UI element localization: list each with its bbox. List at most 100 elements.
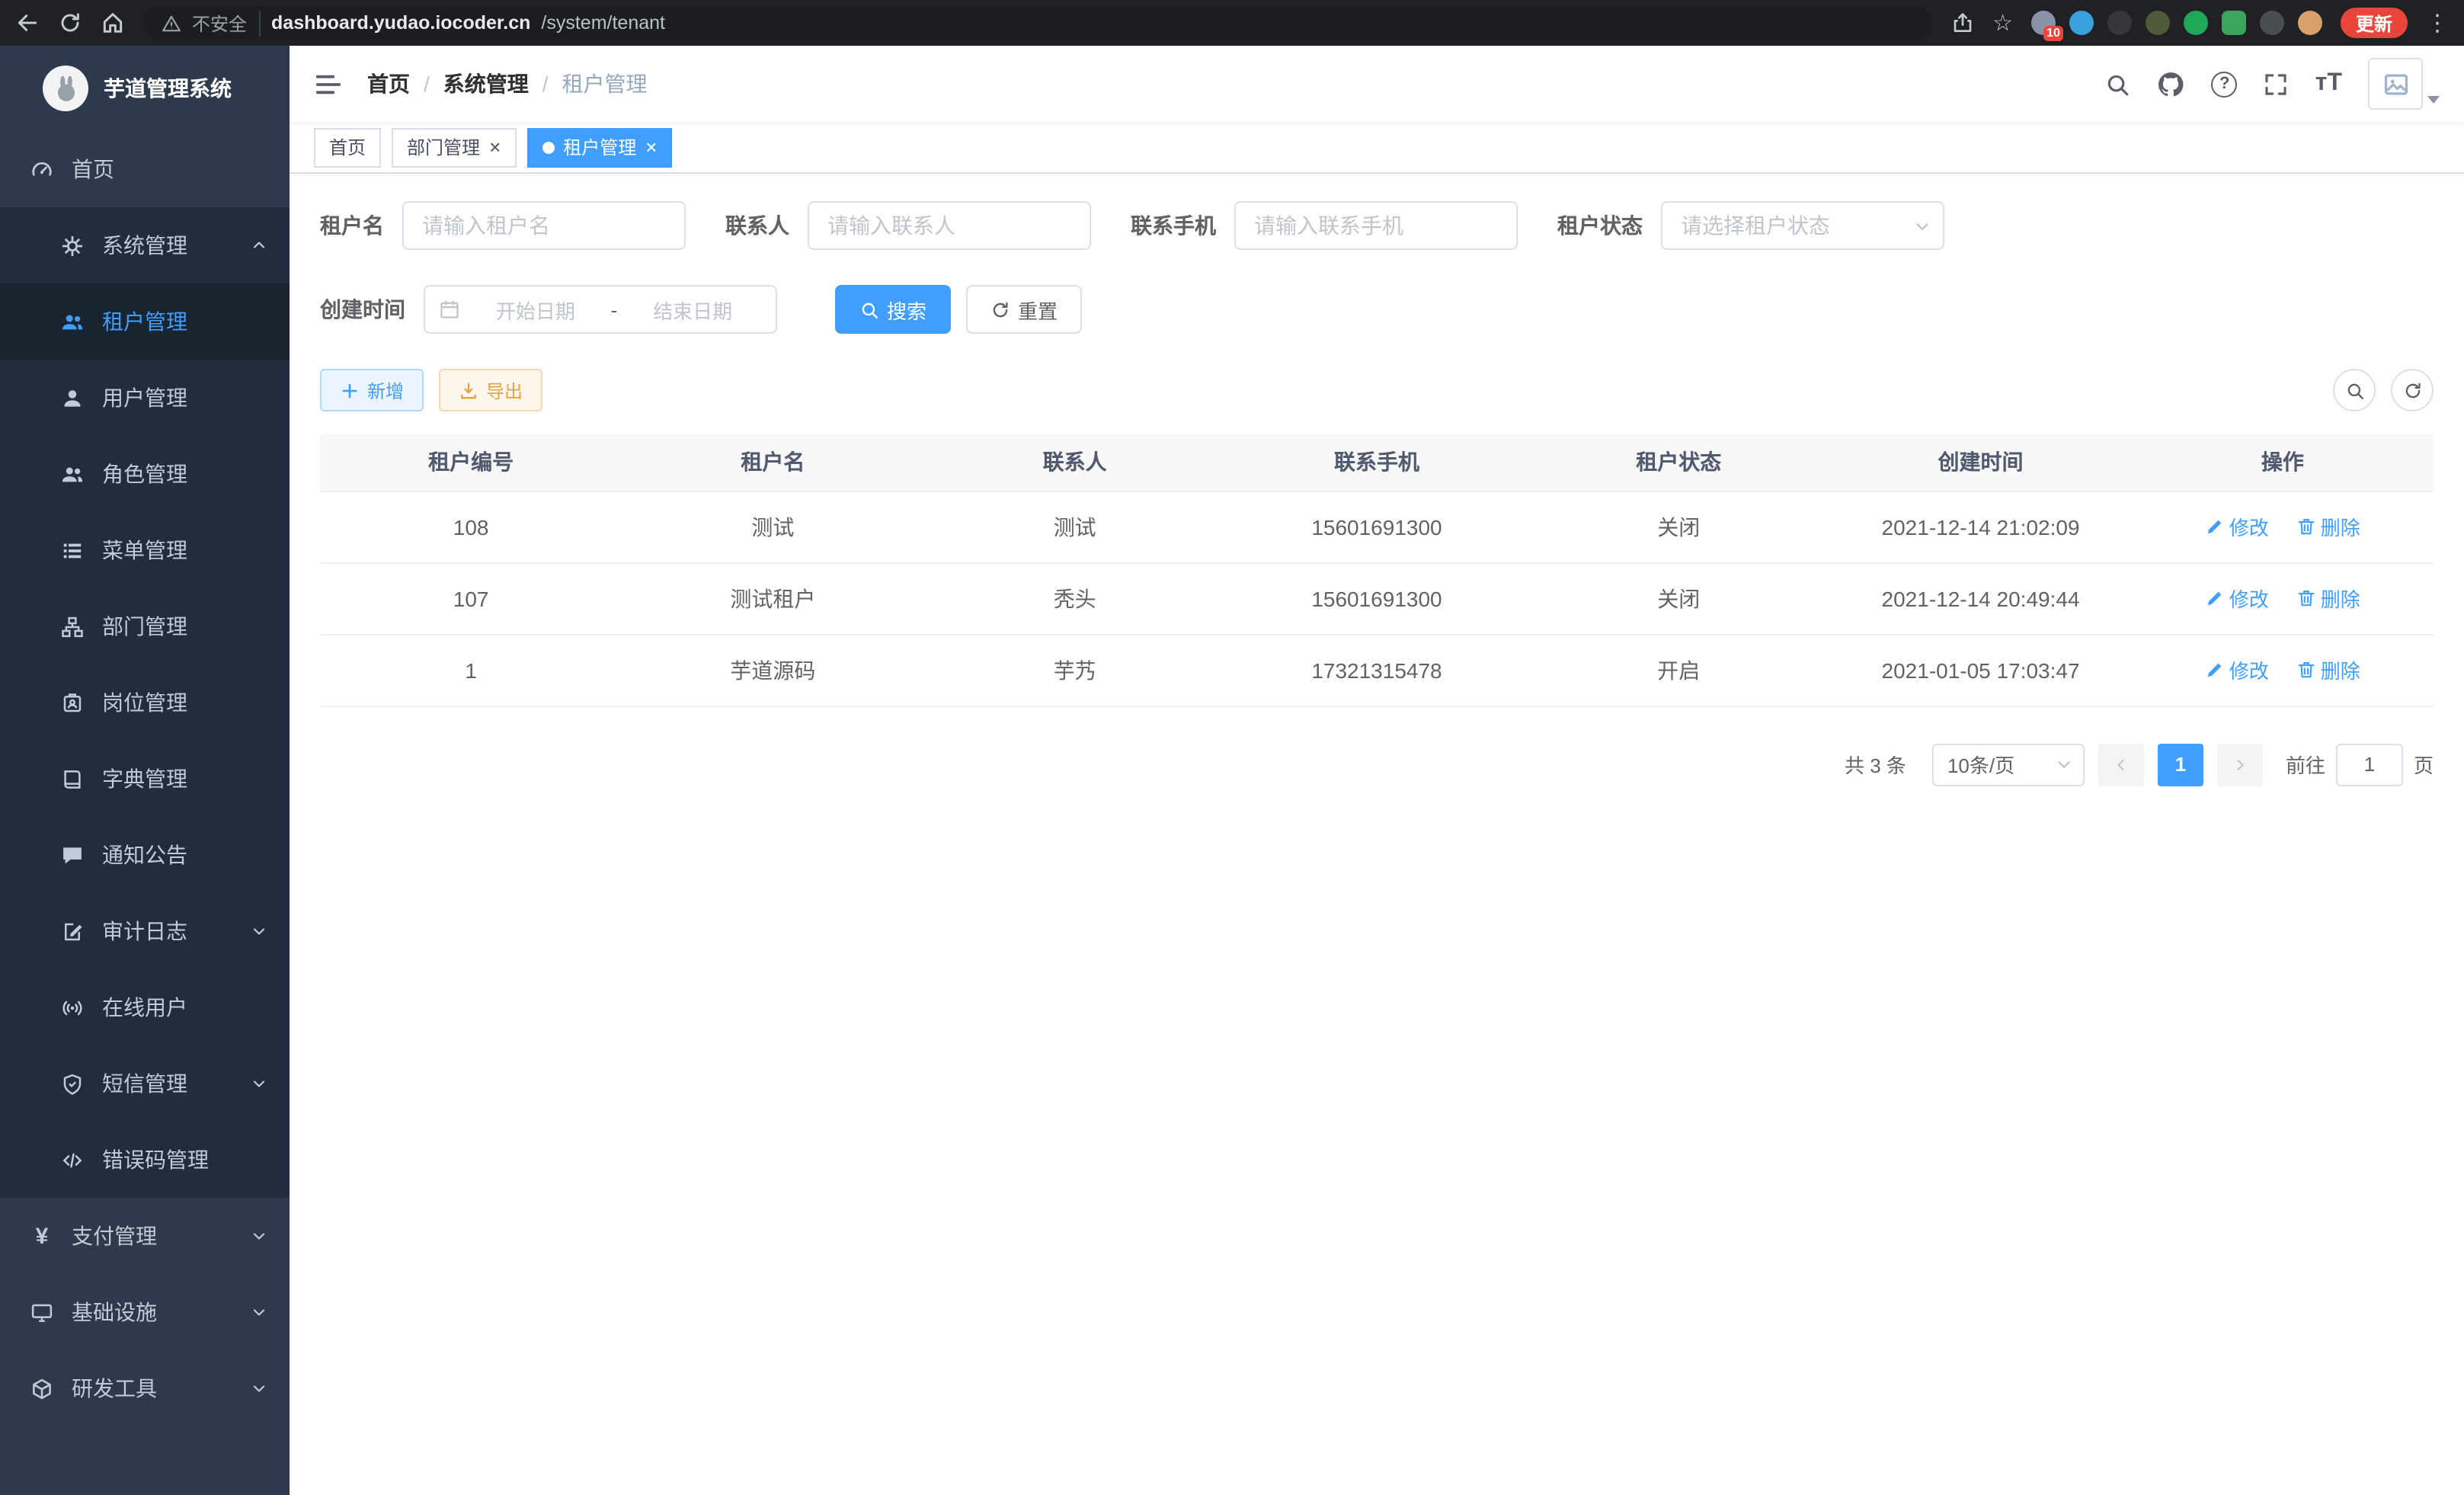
cell-status: 关闭 (1528, 562, 1829, 634)
cell-mobile: 15601691300 (1226, 491, 1528, 562)
navbar: 首页 / 系统管理 / 租户管理 ? тT (290, 46, 2464, 122)
delete-button[interactable]: 删除 (2296, 584, 2360, 613)
search-icon[interactable] (2105, 71, 2131, 97)
user-avatar[interactable] (2368, 58, 2440, 110)
app-logo[interactable]: 芋道管理系统 (0, 46, 290, 131)
export-button[interactable]: 导出 (439, 369, 542, 411)
extension-icon-olive[interactable] (2146, 11, 2170, 35)
status-select[interactable]: 请选择租户状态 (1661, 201, 1944, 250)
delete-button[interactable]: 删除 (2296, 655, 2360, 684)
breadcrumb-item-current: 租户管理 (562, 69, 648, 99)
filter-contact: 联系人 (725, 201, 1091, 250)
chevron-down-icon (250, 1074, 268, 1093)
font-size-icon[interactable]: тT (2315, 70, 2342, 98)
sidebar-item-dept[interactable]: 部门管理 (0, 588, 290, 664)
col-created: 创建时间 (1829, 434, 2131, 491)
sidebar-item-infra[interactable]: 基础设施 (0, 1274, 290, 1350)
breadcrumb: 首页 / 系统管理 / 租户管理 (367, 69, 648, 99)
tab-label: 部门管理 (407, 134, 480, 160)
sidebar-item-sms[interactable]: 短信管理 (0, 1045, 290, 1122)
security-label[interactable]: 不安全 (192, 10, 261, 36)
sidebar-item-notice[interactable]: 通知公告 (0, 817, 290, 893)
tab-tenant[interactable]: 租户管理 × (526, 127, 672, 167)
next-page-button[interactable] (2217, 743, 2263, 786)
sidebar-collapse-icon[interactable] (314, 69, 343, 98)
github-icon[interactable] (2157, 69, 2186, 98)
extension-icon-puzzle[interactable] (2260, 11, 2284, 35)
reset-button[interactable]: 重置 (966, 285, 1082, 334)
breadcrumb-item[interactable]: 系统管理 (443, 69, 529, 99)
sidebar-item-pay[interactable]: ¥ 支付管理 (0, 1198, 290, 1274)
back-icon[interactable] (15, 11, 40, 35)
share-icon[interactable] (1950, 11, 1974, 35)
table-row[interactable]: 1 芋道源码 芋艿 17321315478 开启 2021-01-05 17:0… (320, 634, 2434, 706)
mobile-input[interactable] (1234, 201, 1518, 250)
col-actions: 操作 (2132, 434, 2434, 491)
tab-dept[interactable]: 部门管理 × (392, 127, 516, 167)
profile-avatar-icon[interactable] (2298, 11, 2322, 35)
sidebar-item-label: 部门管理 (102, 611, 187, 642)
edit-button[interactable]: 修改 (2205, 655, 2269, 684)
sidebar-item-home[interactable]: 首页 (0, 131, 290, 207)
sidebar-item-user[interactable]: 用户管理 (0, 360, 290, 436)
sidebar-item-tenant[interactable]: 租户管理 (0, 283, 290, 360)
address-bar[interactable]: 不安全 dashboard.yudao.iocoder.cn/system/te… (143, 6, 1931, 40)
cell-created: 2021-12-14 20:49:44 (1829, 562, 2131, 634)
table-row[interactable]: 107 测试租户 秃头 15601691300 关闭 2021-12-14 20… (320, 562, 2434, 634)
home-icon[interactable] (101, 11, 125, 35)
sidebar-item-system[interactable]: 系统管理 (0, 207, 290, 283)
field-label: 联系手机 (1131, 210, 1216, 241)
gear-icon (61, 234, 84, 257)
fullscreen-icon[interactable] (2264, 71, 2290, 97)
cell-created: 2021-01-05 17:03:47 (1829, 634, 2131, 706)
sidebar-item-role[interactable]: 角色管理 (0, 436, 290, 512)
extension-icon-blue[interactable] (2069, 11, 2094, 35)
help-icon[interactable]: ? (2212, 71, 2238, 97)
search-button[interactable]: 搜索 (835, 285, 951, 334)
sidebar-item-dict[interactable]: 字典管理 (0, 741, 290, 817)
extension-icon-badged[interactable]: 10 (2031, 11, 2056, 35)
sidebar-item-error-code[interactable]: 错误码管理 (0, 1122, 290, 1198)
refresh-table-button[interactable] (2391, 369, 2434, 411)
page-size-select[interactable]: 10条/页 (1932, 743, 2085, 786)
close-icon[interactable]: × (489, 137, 501, 157)
goto-page-input[interactable] (2336, 743, 2403, 786)
chevron-down-icon (250, 922, 268, 940)
breadcrumb-item[interactable]: 首页 (367, 69, 410, 99)
extension-icon-dark[interactable] (2107, 11, 2132, 35)
sidebar-item-label: 错误码管理 (102, 1144, 209, 1175)
sidebar-item-post[interactable]: 岗位管理 (0, 664, 290, 741)
sidebar-item-devtool[interactable]: 研发工具 (0, 1350, 290, 1426)
sidebar-item-label: 菜单管理 (102, 535, 187, 565)
toggle-search-button[interactable] (2333, 369, 2376, 411)
edit-button[interactable]: 修改 (2205, 584, 2269, 613)
filter-created: 创建时间 开始日期 - 结束日期 (320, 285, 777, 334)
trash-icon (2296, 588, 2316, 608)
add-button[interactable]: 新增 (320, 369, 424, 411)
extension-icon-green-chat[interactable] (2222, 11, 2246, 35)
bookmark-star-icon[interactable]: ☆ (1992, 11, 2013, 34)
browser-menu-icon[interactable]: ⋮ (2426, 11, 2449, 34)
reload-icon[interactable] (58, 11, 82, 35)
table-toolbar: 新增 导出 (320, 369, 2434, 411)
sidebar-item-label: 首页 (72, 154, 114, 184)
edit-button[interactable]: 修改 (2205, 512, 2269, 541)
sidebar-item-audit-log[interactable]: 审计日志 (0, 893, 290, 969)
tree-icon (61, 615, 84, 638)
update-button[interactable]: 更新 (2341, 8, 2408, 38)
sidebar-item-online-user[interactable]: 在线用户 (0, 969, 290, 1045)
delete-button[interactable]: 删除 (2296, 512, 2360, 541)
extension-icon-green-circle[interactable] (2184, 11, 2208, 35)
sidebar-item-menu[interactable]: 菜单管理 (0, 512, 290, 588)
close-icon[interactable]: × (645, 137, 657, 157)
page-number-button[interactable]: 1 (2158, 743, 2203, 786)
tab-home[interactable]: 首页 (314, 127, 381, 167)
filter-tenant-name: 租户名 (320, 201, 686, 250)
prev-page-button[interactable] (2098, 743, 2144, 786)
badge-icon (61, 691, 84, 714)
table-row[interactable]: 108 测试 测试 15601691300 关闭 2021-12-14 21:0… (320, 491, 2434, 562)
contact-input[interactable] (808, 201, 1091, 250)
tenant-name-input[interactable] (402, 201, 686, 250)
chevron-right-icon (2231, 755, 2249, 773)
date-range-picker[interactable]: 开始日期 - 结束日期 (424, 285, 777, 334)
